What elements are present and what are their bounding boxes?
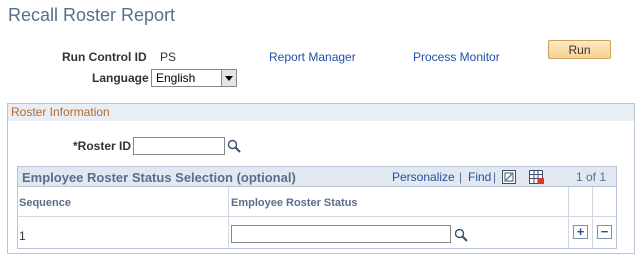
add-row-button[interactable]: + (573, 225, 588, 239)
plus-icon: + (576, 224, 585, 239)
run-control-value: PS (160, 50, 177, 64)
personalize-link[interactable]: Personalize (392, 170, 455, 184)
minus-icon: − (600, 224, 609, 239)
roster-id-input[interactable] (133, 137, 225, 155)
find-link[interactable]: Find (468, 170, 491, 184)
run-button[interactable]: Run (548, 40, 611, 59)
download-icon[interactable] (529, 170, 545, 189)
link-separator: | (493, 170, 497, 184)
magnifier-icon[interactable] (454, 228, 468, 247)
row-sequence: 1 (19, 229, 26, 243)
col-header-status: Employee Roster Status (231, 197, 358, 209)
link-separator: | (459, 170, 463, 184)
run-control-label: Run Control ID (62, 50, 147, 64)
delete-row-button[interactable]: − (597, 225, 612, 239)
language-select[interactable]: English (151, 69, 237, 87)
language-label: Language (92, 71, 149, 85)
grid-divider (228, 187, 229, 248)
roster-information-title: Roster Information (11, 105, 110, 119)
pagination-text: 1 of 1 (576, 170, 607, 184)
grid-divider (592, 187, 593, 248)
magnifier-icon[interactable] (227, 139, 241, 158)
chevron-down-icon[interactable] (221, 70, 236, 86)
roster-id-label: *Roster ID (73, 139, 132, 153)
employee-roster-status-input[interactable] (231, 225, 451, 243)
view-all-icon[interactable] (502, 170, 516, 189)
grid-title: Employee Roster Status Selection (option… (22, 170, 296, 185)
grid-row-divider (18, 216, 616, 217)
col-header-sequence: Sequence (19, 197, 71, 209)
process-monitor-link[interactable]: Process Monitor (413, 50, 500, 64)
grid-divider (568, 187, 569, 248)
page-title: Recall Roster Report (8, 5, 176, 25)
language-selected-value: English (156, 71, 196, 85)
report-manager-link[interactable]: Report Manager (269, 50, 356, 64)
